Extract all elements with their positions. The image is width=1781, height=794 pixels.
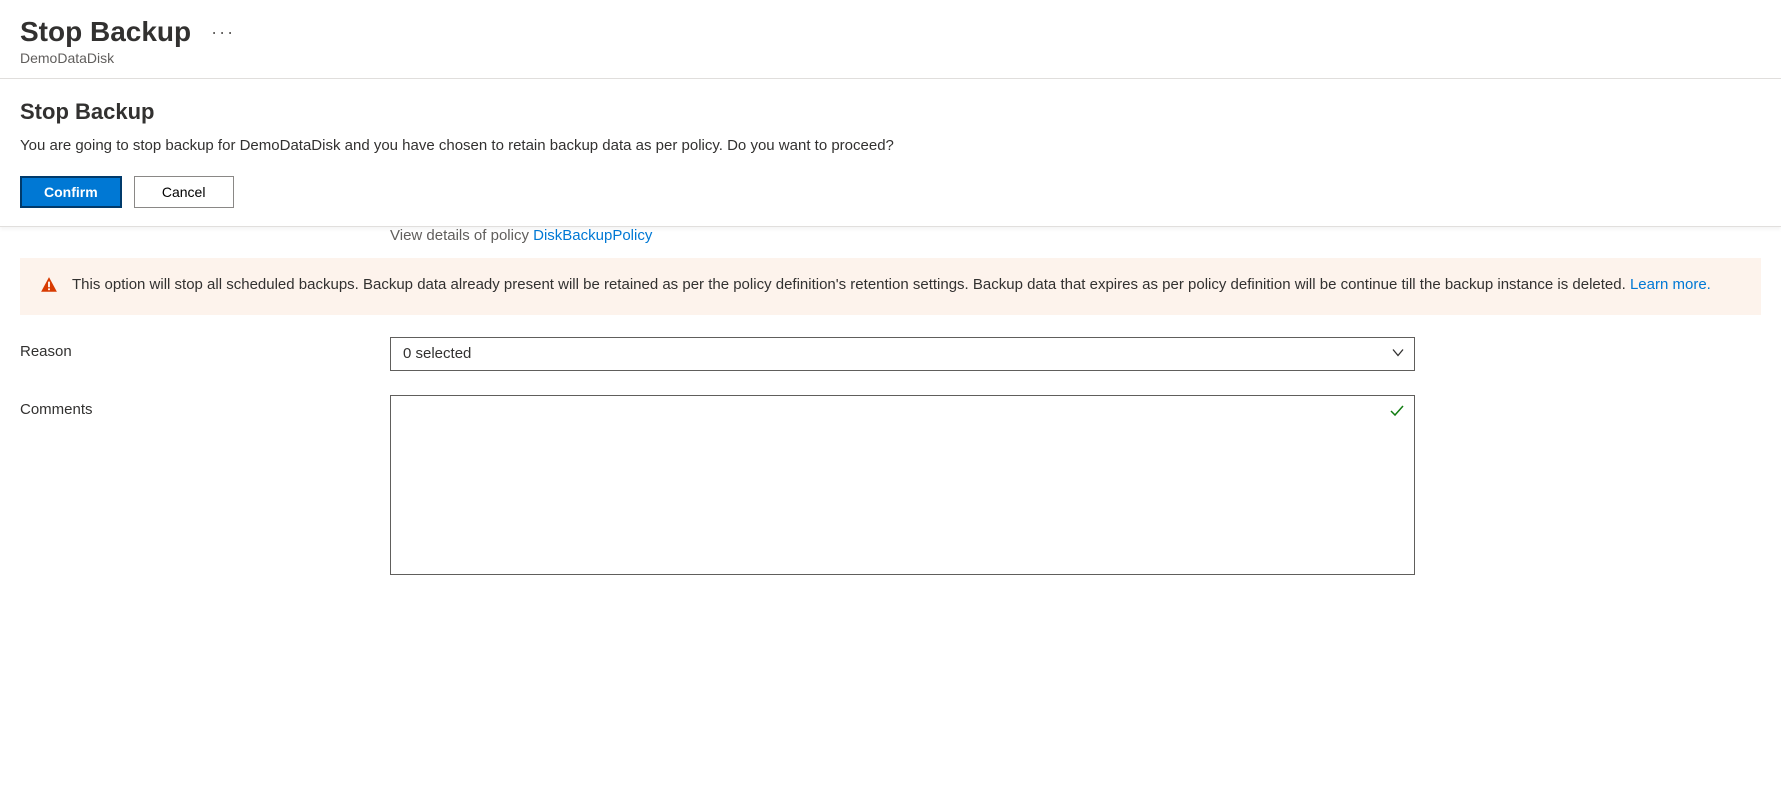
reason-dropdown[interactable]: 0 selected xyxy=(390,337,1415,371)
reason-label: Reason xyxy=(20,337,390,360)
dialog-message: You are going to stop backup for DemoDat… xyxy=(20,137,1761,154)
alert-text-2: continue till the backup instance is del… xyxy=(1341,276,1630,293)
page-title: Stop Backup xyxy=(20,16,191,48)
policy-link[interactable]: DiskBackupPolicy xyxy=(533,227,652,244)
learn-more-link[interactable]: Learn more. xyxy=(1630,276,1711,293)
alert-text-1: This option will stop all scheduled back… xyxy=(72,276,1341,293)
more-options-icon[interactable]: ··· xyxy=(211,22,235,43)
dialog-title: Stop Backup xyxy=(20,99,1761,125)
checkmark-icon xyxy=(1389,403,1405,422)
comments-label: Comments xyxy=(20,395,390,418)
cancel-button[interactable]: Cancel xyxy=(134,176,234,208)
warning-alert: This option will stop all scheduled back… xyxy=(20,258,1761,315)
page-subtitle: DemoDataDisk xyxy=(20,50,1761,66)
comments-textarea[interactable] xyxy=(390,395,1415,575)
warning-icon xyxy=(40,276,58,297)
confirm-button[interactable]: Confirm xyxy=(20,176,122,208)
policy-details-text: View details of policy DiskBackupPolicy xyxy=(20,227,1761,258)
